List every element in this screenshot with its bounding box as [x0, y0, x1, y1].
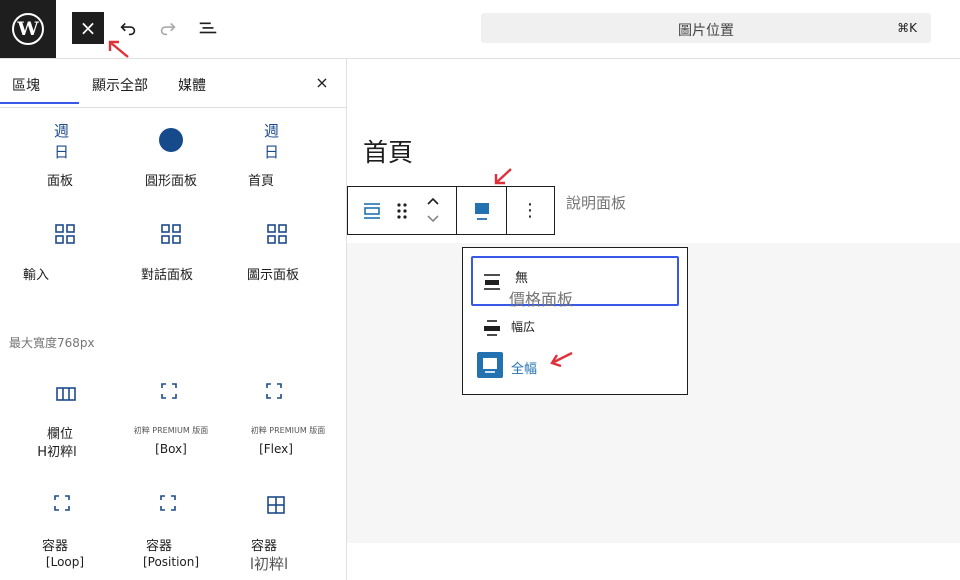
- corners-icon: [54, 495, 70, 511]
- redo-button[interactable]: [154, 14, 182, 42]
- tab-show-all[interactable]: 顯示全部: [92, 59, 148, 106]
- close-icon: ×: [79, 16, 97, 40]
- align-wide-icon: [484, 320, 500, 336]
- redo-icon: [160, 22, 176, 36]
- block-label[interactable]: 面板: [20, 174, 100, 190]
- block-toolbar: ⋮: [347, 186, 555, 235]
- close-panel-button[interactable]: ×: [312, 73, 332, 93]
- block-category: 初粹 PREMIUM 版面: [250, 426, 326, 435]
- tab-media[interactable]: 媒體: [178, 59, 206, 106]
- align-full-icon[interactable]: [471, 199, 493, 223]
- option-label: 全幅: [511, 362, 538, 377]
- red-arrow-annotation: [108, 40, 129, 58]
- block-label[interactable]: 圖示面板: [232, 268, 314, 284]
- undo-icon: [120, 22, 136, 36]
- toolbar-separator: [456, 187, 457, 234]
- move-up-down-icon[interactable]: [424, 195, 442, 225]
- option-description: 價格面板: [509, 290, 574, 309]
- block-type-icon[interactable]: [362, 201, 382, 221]
- block-label[interactable]: 容器: [224, 539, 304, 555]
- block-sublabel: H初粹l: [37, 445, 77, 460]
- block-label[interactable]: 輸入: [0, 268, 72, 284]
- document-title: 圖片位置: [678, 23, 734, 39]
- tab-blocks[interactable]: 區塊: [0, 59, 79, 104]
- block-sublabel: l初粹l: [249, 555, 289, 573]
- grid-icon: [161, 224, 181, 244]
- grid-icon: [267, 224, 287, 244]
- block-inserter-panel: 區塊 顯示全部 媒體 × 週日 面板 圓形面板 週日 首頁 輸入 對話面板 圖示…: [0, 59, 347, 580]
- svg-text:W: W: [16, 18, 39, 40]
- wordpress-icon: W: [12, 13, 44, 45]
- block-label[interactable]: 容器: [15, 539, 95, 555]
- list-view-icon: [199, 22, 217, 34]
- columns-icon: [56, 387, 76, 401]
- page-title[interactable]: 首頁: [363, 133, 413, 169]
- circle-icon: [159, 128, 183, 152]
- block-sublabel: [Position]: [142, 555, 200, 569]
- alignment-dropdown: 無 價格面板 幅広 全幅: [462, 247, 688, 395]
- option-label: 無: [515, 271, 529, 286]
- table-icon: [267, 496, 285, 514]
- block-category: 初粹 PREMIUM 版面: [133, 426, 209, 435]
- inserter-tabs: 區塊 顯示全部 媒體 ×: [0, 59, 346, 108]
- corners-icon: [266, 383, 282, 399]
- align-full-icon: [477, 352, 503, 378]
- align-wide-option[interactable]: 幅広: [479, 314, 679, 340]
- block-label[interactable]: [Flex]: [236, 441, 316, 457]
- block-label[interactable]: 首頁: [221, 174, 301, 190]
- drag-handle-icon[interactable]: [395, 201, 409, 221]
- command-palette-button[interactable]: 圖片位置 ⌘K: [481, 13, 931, 43]
- toolbar-separator: [506, 187, 507, 234]
- block-label[interactable]: [Box]: [131, 441, 211, 457]
- paragraph-placeholder[interactable]: 說明面板: [566, 192, 626, 213]
- more-options-button[interactable]: ⋮: [518, 199, 542, 223]
- align-none-option[interactable]: 無 價格面板: [471, 256, 679, 309]
- block-label[interactable]: 對話面板: [126, 268, 208, 284]
- block-label[interactable]: 欄位: [20, 427, 100, 443]
- option-label: 幅広: [511, 320, 536, 334]
- grid-icon: [55, 224, 75, 244]
- keyboard-shortcut: ⌘K: [897, 21, 917, 35]
- red-arrow-annotation: [550, 351, 573, 368]
- text-icon: 週日: [54, 122, 70, 161]
- block-sublabel: [Loop]: [45, 555, 85, 569]
- red-arrow-annotation: [494, 168, 512, 185]
- corners-icon: [161, 383, 177, 399]
- align-full-option[interactable]: 全幅: [477, 352, 677, 382]
- section-title: 最大寬度768px: [9, 336, 95, 350]
- corners-icon: [160, 495, 176, 511]
- document-overview-button[interactable]: [194, 14, 222, 42]
- block-label[interactable]: 圓形面板: [116, 174, 226, 190]
- align-none-icon: [484, 274, 500, 290]
- close-inserter-button[interactable]: ×: [72, 12, 104, 44]
- text-icon: 週日: [264, 122, 280, 161]
- block-label[interactable]: 容器: [119, 539, 199, 555]
- wordpress-logo-button[interactable]: W: [0, 0, 56, 58]
